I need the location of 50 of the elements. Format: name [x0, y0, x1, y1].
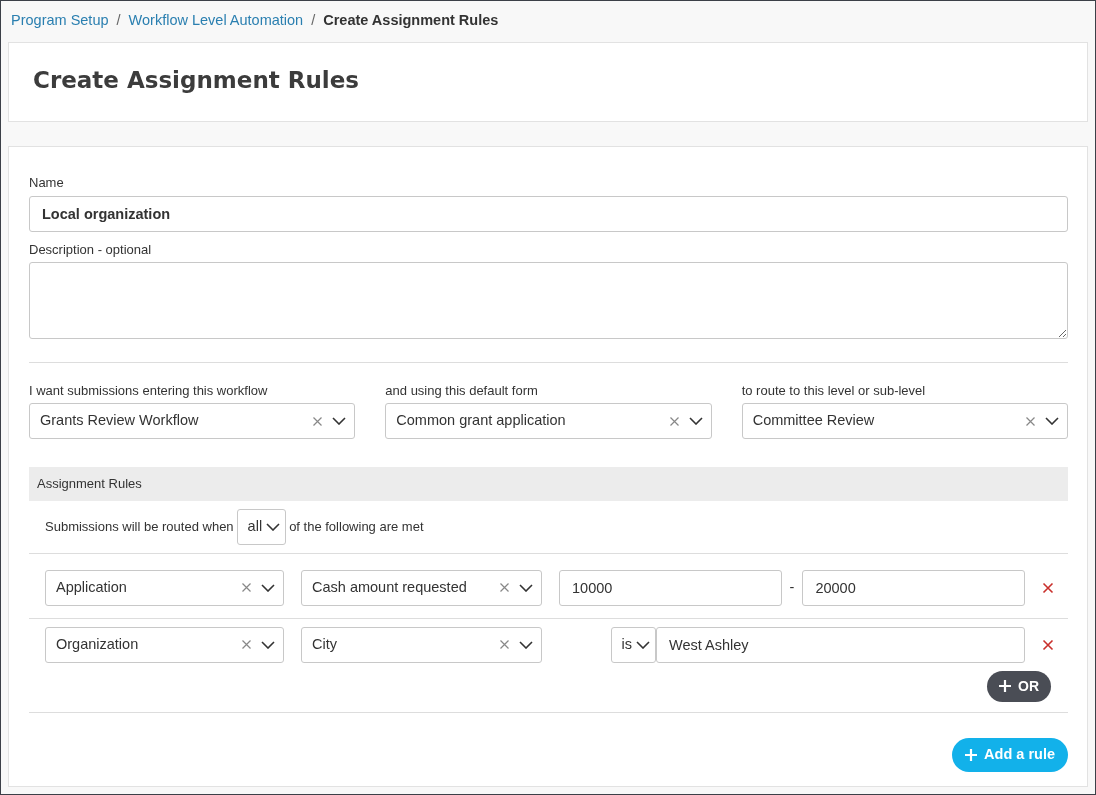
dropdown-field[interactable]: Committee Review [741, 403, 1068, 440]
dropdown-field[interactable]: Organization [45, 626, 284, 663]
or-button[interactable]: OR [987, 670, 1051, 702]
dropdown-field[interactable]: City [301, 626, 542, 663]
dropdown-field[interactable]: Common grant application [385, 403, 712, 440]
breadcrumb-link[interactable]: Workflow Level Automation [128, 12, 304, 28]
clear-icon[interactable] [242, 640, 251, 650]
operator-dropdown[interactable]: is [610, 626, 656, 663]
chevron-down-icon [266, 522, 281, 531]
field-label: and using this default form [385, 381, 539, 400]
range-separator: - [789, 577, 795, 597]
field-label: Description - optional [29, 240, 153, 259]
breadcrumb-separator: / [116, 12, 121, 28]
clear-icon[interactable] [242, 583, 251, 593]
plus-icon [965, 748, 978, 761]
field-label: I want submissions entering this workflow [29, 381, 269, 400]
clear-icon[interactable] [313, 416, 323, 426]
condition-text: Submissions will be routed when [45, 518, 234, 536]
dropdown-field[interactable]: Cash amount requested [301, 569, 542, 606]
clear-icon[interactable] [1026, 416, 1035, 426]
description-input[interactable] [29, 262, 1068, 339]
dropdown-field[interactable]: Grants Review Workflow [29, 403, 356, 440]
breadcrumb-link[interactable]: Program Setup [11, 12, 109, 28]
chevron-down-icon [261, 583, 275, 592]
match-dropdown[interactable]: all [236, 508, 287, 545]
dropdown-field[interactable]: Application [45, 569, 284, 606]
delete-icon[interactable] [1042, 638, 1054, 651]
value-input[interactable]: 20000 [802, 569, 1025, 606]
field-label: Name [29, 174, 65, 192]
clear-icon[interactable] [669, 416, 679, 426]
delete-icon[interactable] [1042, 581, 1054, 594]
chevron-down-icon [519, 583, 533, 592]
condition-text: of the following are met [289, 518, 424, 536]
breadcrumb-current: Create Assignment Rules [323, 12, 499, 28]
name-input[interactable]: Local organization [29, 195, 1068, 232]
chevron-down-icon [519, 640, 533, 649]
value-input[interactable]: 10000 [559, 569, 782, 606]
chevron-down-icon [1045, 417, 1059, 426]
field-label: to route to this level or sub-level [741, 381, 927, 400]
clear-icon[interactable] [500, 640, 509, 650]
value-input[interactable]: West Ashley [656, 626, 1025, 663]
section-header: Assignment Rules [29, 467, 1068, 501]
plus-icon [999, 680, 1011, 693]
chevron-down-icon [688, 417, 703, 426]
page-title: Create Assignment Rules [33, 67, 361, 95]
chevron-down-icon [332, 417, 347, 426]
chevron-down-icon [636, 640, 650, 649]
breadcrumb-separator: / [311, 12, 316, 28]
clear-icon[interactable] [500, 583, 509, 593]
chevron-down-icon [261, 640, 275, 649]
